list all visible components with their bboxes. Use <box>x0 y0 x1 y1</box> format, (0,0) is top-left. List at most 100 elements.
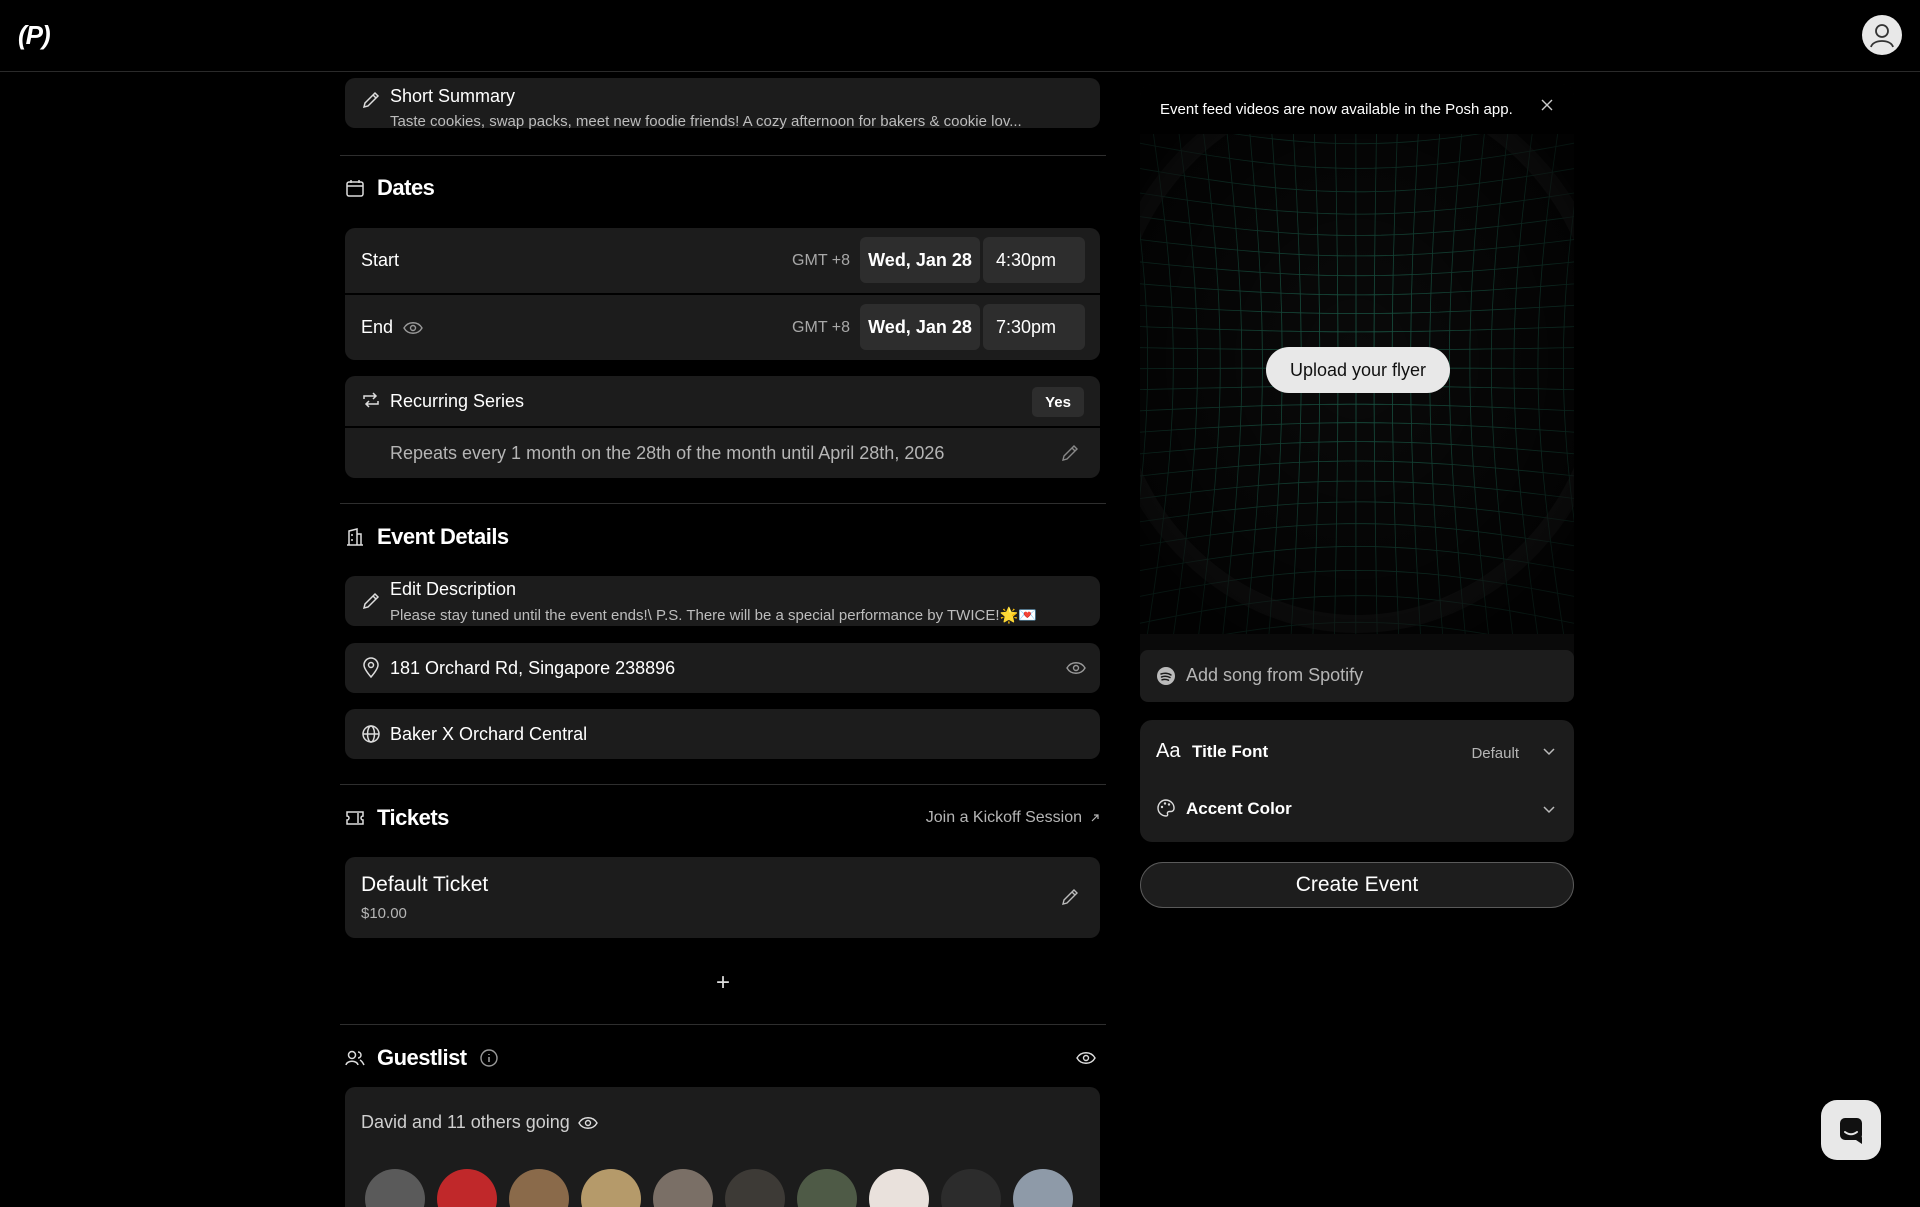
short-summary-label: Short Summary <box>390 86 516 106</box>
accent-color-row[interactable]: Accent Color <box>1140 782 1574 842</box>
description-text: Please stay tuned until the event ends!\… <box>390 607 1037 624</box>
guests-going-text: David and 11 others going <box>361 1112 570 1132</box>
info-icon[interactable] <box>479 1048 499 1068</box>
title-font-row[interactable]: Aa Title Font Default <box>1140 720 1574 782</box>
guest-avatar[interactable] <box>1013 1169 1073 1207</box>
recurring-toggle[interactable]: Yes <box>1032 387 1084 417</box>
spotify-placeholder: Add song from Spotify <box>1186 665 1364 685</box>
guest-avatar[interactable] <box>365 1169 425 1207</box>
end-time-picker[interactable]: 7:30pm <box>983 304 1085 350</box>
start-label-text: Start <box>361 250 400 270</box>
palette-icon <box>1156 798 1176 818</box>
start-label: Start <box>361 250 399 271</box>
end-timezone[interactable]: GMT +8 <box>792 319 850 337</box>
style-options: Aa Title Font Default Accent Color <box>1140 720 1574 842</box>
event-details-heading: Event Details <box>345 524 509 550</box>
guest-avatar[interactable] <box>581 1169 641 1207</box>
guest-avatar[interactable] <box>725 1169 785 1207</box>
end-label-text: End <box>361 317 394 337</box>
chat-support-button[interactable] <box>1821 1100 1881 1160</box>
pencil-icon <box>361 591 381 611</box>
flyer-preview: Event feed videos are now available in t… <box>1140 84 1574 702</box>
guest-avatar[interactable] <box>869 1169 929 1207</box>
kickoff-session-link[interactable]: Join a Kickoff Session <box>926 809 1100 827</box>
add-ticket-button[interactable]: + <box>705 965 741 1001</box>
divider <box>340 784 1106 785</box>
pencil-icon[interactable] <box>1060 443 1080 463</box>
pencil-icon <box>361 90 381 110</box>
eye-icon[interactable] <box>1076 1051 1096 1065</box>
create-event-button[interactable]: Create Event <box>1140 862 1574 908</box>
tickets-heading: Tickets <box>345 805 449 831</box>
dates-title: Dates <box>377 175 435 200</box>
profile-avatar-button[interactable] <box>1862 15 1902 55</box>
guestlist-card: David and 11 others going <box>345 1087 1100 1207</box>
venue-name: Baker X Orchard Central <box>390 724 588 744</box>
divider <box>340 503 1106 504</box>
posh-logo[interactable]: (P) <box>18 20 51 51</box>
location-pin-icon <box>361 657 381 679</box>
end-label: End <box>361 317 423 338</box>
guestlist-heading: Guestlist <box>345 1045 499 1071</box>
guest-avatar[interactable] <box>941 1169 1001 1207</box>
title-font-value: Default <box>1471 745 1519 762</box>
chat-icon <box>1840 1118 1862 1144</box>
short-summary-text: Taste cookies, swap packs, meet new food… <box>390 113 1022 130</box>
building-icon <box>345 527 365 547</box>
repeat-icon <box>361 390 381 410</box>
upload-flyer-button[interactable]: Upload your flyer <box>1266 347 1450 393</box>
guest-avatars <box>365 1169 1085 1207</box>
start-timezone[interactable]: GMT +8 <box>792 252 850 270</box>
end-date-row: End GMT +8 Wed, Jan 28 7:30pm <box>345 295 1100 360</box>
user-icon <box>1870 24 1894 48</box>
recurring-description: Repeats every 1 month on the 28th of the… <box>390 443 945 463</box>
start-date-picker[interactable]: Wed, Jan 28 <box>860 237 980 283</box>
dates-heading: Dates <box>345 175 435 201</box>
edit-description-label: Edit Description <box>390 579 517 599</box>
recurring-series-label: Recurring Series <box>390 391 525 411</box>
banner-text: Event feed videos are now available in t… <box>1160 100 1513 118</box>
chevron-down-icon <box>1542 804 1556 814</box>
divider <box>340 1024 1106 1025</box>
event-details-title: Event Details <box>377 524 509 549</box>
font-icon: Aa <box>1156 740 1181 762</box>
calendar-icon <box>345 178 365 198</box>
title-font-label: Title Font <box>1192 742 1269 761</box>
end-date-picker[interactable]: Wed, Jan 28 <box>860 304 980 350</box>
top-bar: (P) <box>0 0 1920 72</box>
guest-avatar[interactable] <box>797 1169 857 1207</box>
guests-going: David and 11 others going <box>361 1112 598 1133</box>
globe-icon <box>361 724 381 744</box>
tickets-title: Tickets <box>377 805 449 830</box>
recurring-description-row[interactable]: Repeats every 1 month on the 28th of the… <box>345 428 1100 478</box>
ticket-name: Default Ticket <box>361 873 489 896</box>
eye-icon[interactable] <box>578 1116 598 1130</box>
ticket-icon <box>345 810 365 826</box>
eye-icon[interactable] <box>1066 661 1086 675</box>
kickoff-session-text: Join a Kickoff Session <box>925 809 1082 826</box>
spotify-icon <box>1156 666 1176 686</box>
ticket-price: $10.00 <box>361 905 407 922</box>
pencil-icon[interactable] <box>1060 887 1080 907</box>
guest-avatar[interactable] <box>437 1169 497 1207</box>
guest-avatar[interactable] <box>509 1169 569 1207</box>
divider <box>340 155 1106 156</box>
recurring-series-row: Recurring Series Yes <box>345 376 1100 426</box>
users-icon <box>345 1048 365 1068</box>
venue-row[interactable]: Baker X Orchard Central <box>345 709 1100 759</box>
address-text: 181 Orchard Rd, Singapore 238896 <box>390 658 676 678</box>
spotify-song-input[interactable]: Add song from Spotify <box>1140 650 1574 702</box>
external-arrow-icon <box>1090 813 1100 823</box>
accent-color-label: Accent Color <box>1186 799 1292 818</box>
edit-description-card[interactable]: Edit Description Please stay tuned until… <box>345 576 1100 626</box>
address-row[interactable]: 181 Orchard Rd, Singapore 238896 <box>345 643 1100 693</box>
start-time-picker[interactable]: 4:30pm <box>983 237 1085 283</box>
start-date-row: Start GMT +8 Wed, Jan 28 4:30pm <box>345 228 1100 293</box>
ticket-card[interactable]: Default Ticket $10.00 <box>345 857 1100 938</box>
eye-icon[interactable] <box>403 321 423 335</box>
close-icon[interactable] <box>1540 98 1554 112</box>
short-summary-card[interactable]: Short Summary Taste cookies, swap packs,… <box>345 78 1100 130</box>
chevron-down-icon <box>1542 746 1556 756</box>
guest-avatar[interactable] <box>653 1169 713 1207</box>
announcement-banner: Event feed videos are now available in t… <box>1140 84 1574 134</box>
